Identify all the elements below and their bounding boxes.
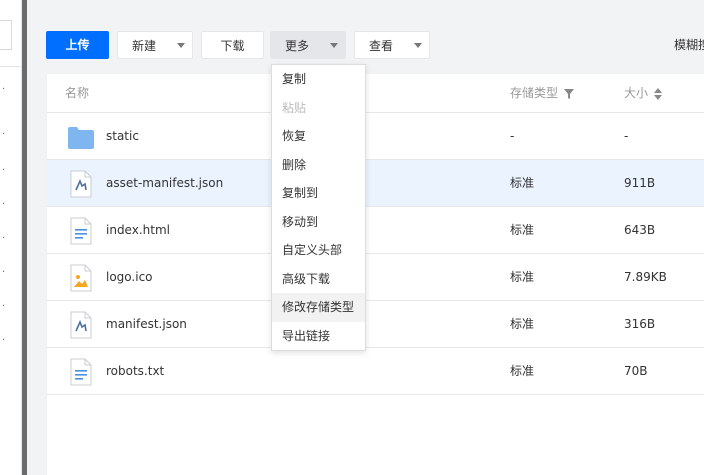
sidebar-item-marker[interactable]: · [2,166,5,176]
file-name[interactable]: logo.ico [106,254,153,301]
column-header-storage-type-label: 存储类型 [510,86,559,100]
new-button-label: 新建 [131,39,156,53]
file-storage-type: - [510,129,515,143]
column-header-name: 名称 [65,74,89,113]
more-button-label: 更多 [284,39,309,53]
table-row[interactable]: robots.txt 标准 70B [47,348,704,395]
table-header: 名称 存储类型 大小 [47,74,704,113]
file-name[interactable]: index.html [106,207,170,254]
file-size: 911B [624,176,656,190]
column-header-size[interactable]: 大小 [624,74,663,113]
more-button[interactable]: 更多 [270,31,346,59]
table-row[interactable]: asset-manifest.json 标准 911B [47,160,704,207]
column-header-storage-type[interactable]: 存储类型 [510,74,575,113]
file-size: 643B [624,223,656,237]
file-storage-type: 标准 [510,317,535,331]
menu-item-advanced-download[interactable]: 高级下载 [272,265,365,294]
menu-item-move-to[interactable]: 移动到 [272,208,365,237]
menu-item-custom-headers[interactable]: 自定义头部 [272,236,365,265]
file-size: 316B [624,317,656,331]
view-button[interactable]: 查看 [354,31,430,59]
column-header-size-label: 大小 [624,86,649,100]
image-file-icon [70,264,92,292]
chevron-down-icon [323,32,345,58]
menu-item-paste: 粘贴 [282,100,307,115]
file-size: 7.89KB [624,270,667,284]
chevron-down-icon [170,32,192,58]
file-size: 70B [624,364,648,378]
menu-item-copy-to[interactable]: 复制到 [272,179,365,208]
file-table: 名称 存储类型 大小 static - - asset-manifest.jso… [47,74,704,475]
upload-button[interactable]: 上传 [46,31,109,59]
file-size: - [624,129,629,143]
column-header-name-label: 名称 [65,86,90,100]
sidebar: · · · · · · · · [0,0,22,475]
menu-item-change-storage-type[interactable]: 修改存储类型 [272,293,365,322]
sidebar-item-marker[interactable]: · [2,130,5,140]
sidebar-item-marker[interactable]: · [2,200,5,210]
sidebar-item-marker[interactable]: · [2,302,5,312]
file-name[interactable]: asset-manifest.json [106,160,223,207]
document-file-icon [70,358,92,386]
json-file-icon [70,170,92,198]
folder-icon [68,127,94,149]
sidebar-divider [0,66,22,67]
sidebar-search-box[interactable] [0,20,12,50]
file-name[interactable]: robots.txt [106,348,164,395]
file-storage-type: 标准 [510,364,535,378]
view-button-label: 查看 [368,39,393,53]
chevron-down-icon [407,32,429,58]
menu-item-delete[interactable]: 删除 [272,151,365,180]
sidebar-item-marker[interactable]: · [2,268,5,278]
sidebar-item-marker[interactable]: · [2,85,5,95]
more-dropdown-menu: 复制 粘贴 恢复 删除 复制到 移动到 自定义头部 高级下载 修改存储类型 导出… [271,64,366,351]
file-storage-type: 标准 [510,223,535,237]
document-file-icon [70,217,92,245]
table-row[interactable]: logo.ico 标准 7.89KB [47,254,704,301]
menu-item-restore[interactable]: 恢复 [272,122,365,151]
file-storage-type: 标准 [510,176,535,190]
sidebar-item-marker[interactable]: · [2,336,5,346]
new-button[interactable]: 新建 [117,31,193,59]
file-name[interactable]: manifest.json [106,301,187,348]
table-row[interactable]: index.html 标准 643B [47,207,704,254]
table-row[interactable]: manifest.json 标准 316B [47,301,704,348]
file-storage-type: 标准 [510,270,535,284]
fuzzy-search-label[interactable]: 模糊搜 [674,31,704,59]
filter-icon[interactable] [564,88,575,99]
sort-icon[interactable] [654,87,663,100]
menu-item-export-links[interactable]: 导出链接 [272,322,365,351]
download-button[interactable]: 下载 [201,31,264,59]
table-row[interactable]: static - - [47,113,704,160]
json-file-icon [70,311,92,339]
sidebar-item-marker[interactable]: · [2,234,5,244]
file-name[interactable]: static [106,113,139,160]
menu-item-copy[interactable]: 复制 [272,65,365,94]
